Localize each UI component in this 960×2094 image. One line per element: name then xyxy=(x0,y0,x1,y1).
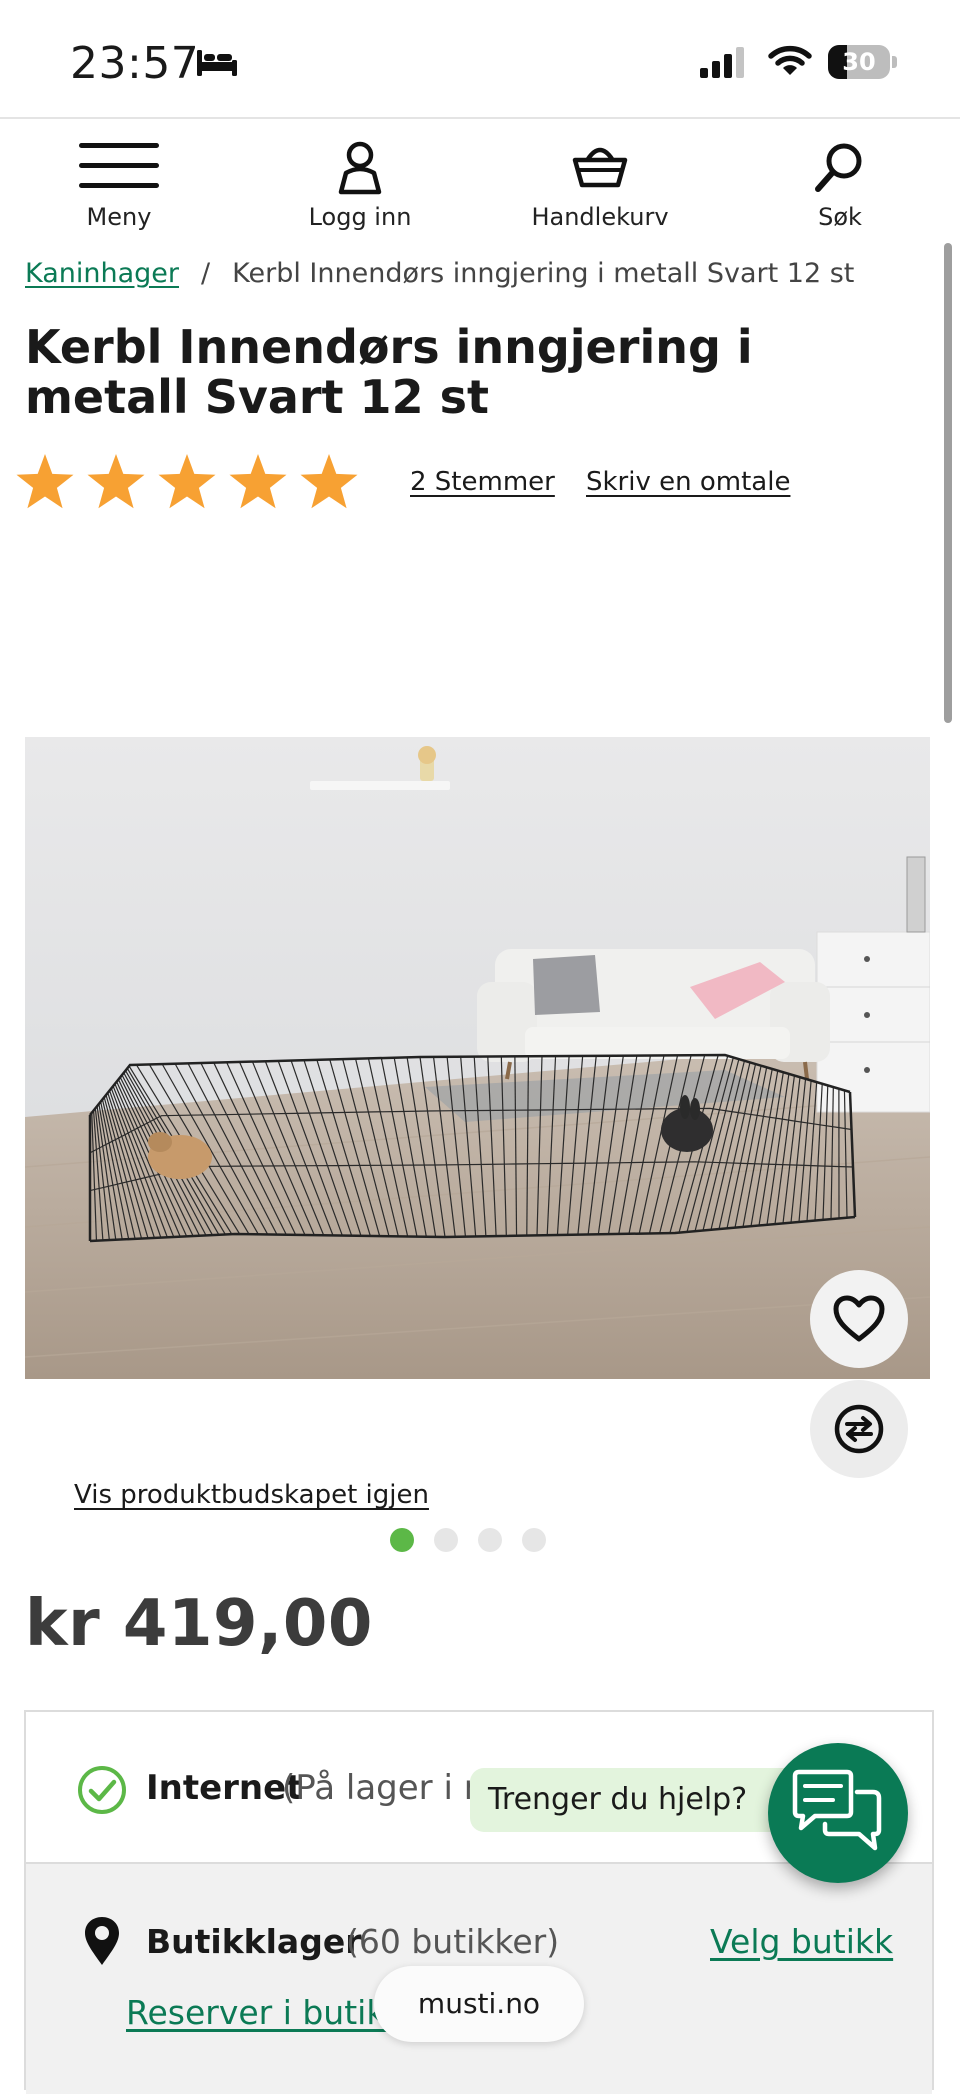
battery-tip xyxy=(892,56,897,68)
star-icon xyxy=(298,452,360,512)
browser-url-pill[interactable]: musti.no xyxy=(374,1966,584,2042)
internet-stock-status: (På lager i ne xyxy=(282,1768,482,1808)
reserve-in-store-link[interactable]: Reserver i butikk xyxy=(126,1993,405,2032)
show-product-message-link[interactable]: Vis produktbudskapet igjen xyxy=(74,1480,429,1510)
product-title: Kerbl Innendørs inngjering i metall Svar… xyxy=(25,322,925,422)
nav-menu[interactable]: Meny xyxy=(44,139,194,231)
signal-icon xyxy=(700,46,750,84)
write-review-link[interactable]: Skriv en omtale xyxy=(586,467,790,497)
gallery-dot[interactable] xyxy=(434,1528,458,1552)
store-count: (60 butikker) xyxy=(346,1922,559,1961)
compare-button[interactable] xyxy=(810,1380,908,1478)
internet-stock-label: Internet xyxy=(146,1768,302,1808)
top-navigation: Meny Logg inn Handlekurv Søk xyxy=(0,119,960,247)
nav-cart-label: Handlekurv xyxy=(525,203,675,231)
breadcrumb-current: Kerbl Innendørs inngjering i metall Svar… xyxy=(232,258,854,289)
help-bubble[interactable]: Trenger du hjelp? xyxy=(470,1768,817,1832)
battery-icon: 30 xyxy=(828,45,890,79)
star-icon xyxy=(156,452,218,512)
wifi-icon xyxy=(768,44,812,82)
compare-icon xyxy=(833,1403,885,1455)
breadcrumb-link-parent[interactable]: Kaninhager xyxy=(25,258,179,289)
search-icon xyxy=(812,139,868,195)
chat-icon xyxy=(789,1768,887,1858)
star-icon xyxy=(85,452,147,512)
gallery-dot[interactable] xyxy=(390,1528,414,1552)
star-icon xyxy=(227,452,289,512)
user-icon xyxy=(332,139,388,195)
rating-stars[interactable] xyxy=(14,452,360,512)
nav-search-label: Søk xyxy=(765,203,915,231)
favorite-button[interactable] xyxy=(810,1270,908,1368)
votes-link[interactable]: 2 Stemmer xyxy=(410,467,555,497)
heart-icon xyxy=(833,1295,885,1343)
signal-bar xyxy=(724,54,732,78)
product-price: kr 419,00 xyxy=(25,1587,373,1661)
menu-icon xyxy=(79,139,159,195)
choose-store-link[interactable]: Velg butikk xyxy=(710,1922,893,1961)
nav-menu-label: Meny xyxy=(44,203,194,231)
signal-bar xyxy=(736,47,744,78)
store-stock-label: Butikklager xyxy=(146,1922,361,1961)
status-time: 23:57 xyxy=(70,38,199,89)
page-scrollbar[interactable] xyxy=(944,243,952,723)
breadcrumb: Kaninhager / Kerbl Innendørs inngjering i … xyxy=(25,258,854,289)
bed-icon xyxy=(196,48,238,82)
nav-cart[interactable]: Handlekurv xyxy=(525,139,675,231)
signal-bar xyxy=(700,68,708,78)
nav-login-label: Logg inn xyxy=(285,203,435,231)
battery-level: 30 xyxy=(828,48,890,76)
location-pin-icon xyxy=(82,1915,122,1971)
gallery-dot[interactable] xyxy=(522,1528,546,1552)
breadcrumb-separator: / xyxy=(201,258,210,289)
gallery-dot[interactable] xyxy=(478,1528,502,1552)
nav-search[interactable]: Søk xyxy=(765,139,915,231)
signal-bar xyxy=(712,61,720,78)
nav-login[interactable]: Logg inn xyxy=(285,139,435,231)
chat-button[interactable] xyxy=(768,1743,908,1883)
gallery-dots[interactable] xyxy=(390,1528,546,1552)
star-icon xyxy=(14,452,76,512)
check-circle-icon xyxy=(76,1764,128,1820)
basket-icon xyxy=(570,139,630,195)
product-image[interactable] xyxy=(25,737,930,1379)
